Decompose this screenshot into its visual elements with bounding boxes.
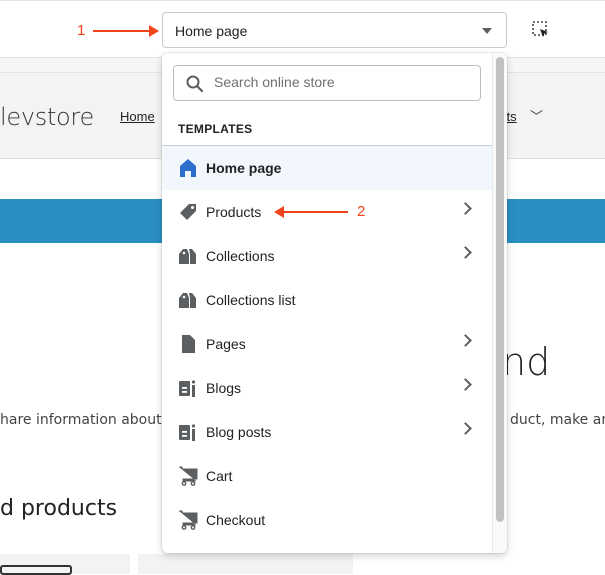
template-item-label: Checkout — [206, 512, 266, 528]
template-item-label: Blog posts — [206, 424, 272, 440]
template-item-label: Home page — [206, 160, 282, 176]
template-item-cart[interactable]: Cart — [162, 454, 492, 498]
product-card-button[interactable] — [0, 565, 72, 575]
template-item-collections[interactable]: Collections — [162, 234, 492, 278]
chevron-right-icon[interactable] — [459, 334, 472, 347]
store-name: levstore — [0, 103, 94, 131]
template-dropdown: TEMPLATES Home page Products Collections Co… — [162, 53, 507, 553]
annotation-arrow-2 — [274, 206, 348, 218]
annotation-2: 2 — [357, 203, 366, 220]
tag-icon — [178, 202, 198, 222]
hero-heading: nd — [502, 340, 551, 384]
template-item-label: Products — [206, 204, 262, 220]
template-item-label: Blogs — [206, 380, 242, 396]
collection-icon — [178, 290, 198, 310]
hero-description-right: duct, make an — [510, 412, 605, 428]
nav-home-link[interactable]: Home — [120, 109, 155, 124]
template-item-blogs[interactable]: Blogs — [162, 366, 492, 410]
product-card — [138, 554, 353, 574]
blog-icon — [178, 378, 198, 398]
select-element-icon[interactable] — [532, 21, 550, 39]
annotation-1: 1 — [77, 22, 86, 39]
chevron-down-icon: ﹀ — [530, 109, 544, 124]
blog-icon — [178, 422, 198, 442]
template-select[interactable]: Home page — [162, 12, 507, 48]
search-field[interactable] — [173, 65, 481, 101]
template-item-label: Collections list — [206, 292, 296, 308]
collection-icon — [178, 246, 198, 266]
template-item-home-page[interactable]: Home page — [162, 146, 492, 190]
templates-section-label: TEMPLATES — [178, 122, 253, 136]
template-item-label: Pages — [206, 336, 246, 352]
search-icon — [186, 75, 204, 93]
template-select-value: Home page — [175, 23, 248, 39]
caret-down-icon — [482, 28, 492, 34]
hero-description-left: hare information about — [0, 412, 162, 428]
template-item-label: Collections — [206, 248, 275, 264]
template-item-label: Cart — [206, 468, 233, 484]
featured-products-heading: d products — [0, 496, 118, 521]
page-icon — [178, 334, 198, 354]
scrollbar-thumb[interactable] — [496, 57, 504, 522]
cart-icon — [178, 466, 198, 486]
scrollbar[interactable] — [492, 53, 507, 553]
search-input[interactable] — [214, 74, 464, 90]
template-item-blog-posts[interactable]: Blog posts — [162, 410, 492, 454]
cart-icon — [178, 510, 198, 530]
chevron-right-icon[interactable] — [459, 202, 472, 215]
product-card — [0, 554, 130, 575]
chevron-right-icon[interactable] — [459, 378, 472, 391]
template-item-checkout[interactable]: Checkout — [162, 498, 492, 542]
template-item-collections-list[interactable]: Collections list — [162, 278, 492, 322]
home-icon — [178, 158, 198, 178]
chevron-right-icon[interactable] — [459, 246, 472, 259]
template-item-pages[interactable]: Pages — [162, 322, 492, 366]
annotation-arrow-1 — [93, 25, 159, 37]
template-list: Home page Products Collections Collections … — [162, 146, 492, 542]
chevron-right-icon[interactable] — [459, 422, 472, 435]
